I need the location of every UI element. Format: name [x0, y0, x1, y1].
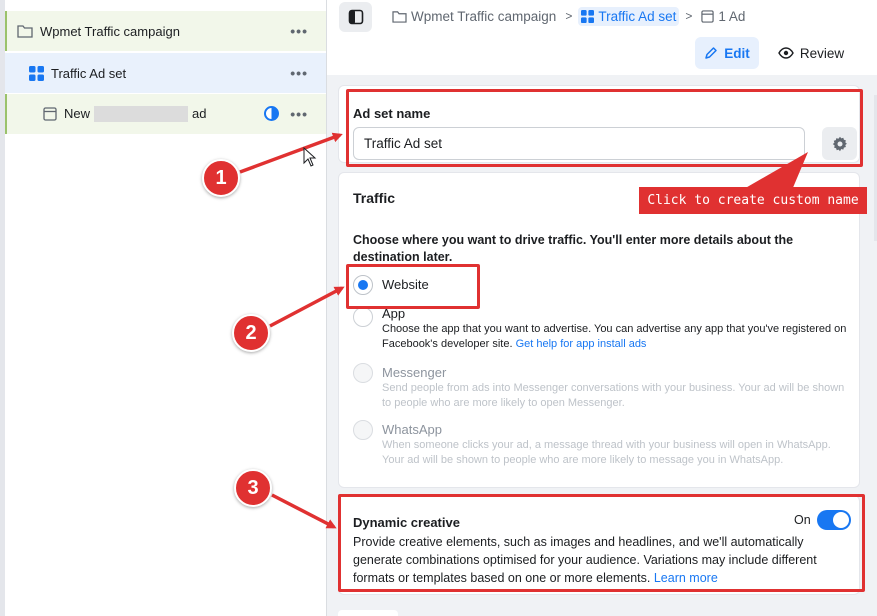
option-description: Send people from ads into Messenger conv… [382, 382, 845, 409]
panel-toggle-button[interactable] [339, 2, 372, 32]
sidebar-toggle-icon [348, 9, 363, 25]
traffic-prompt: Choose where you want to drive traffic. … [353, 233, 794, 264]
campaign-tree-panel: Wpmet Traffic campaign ••• Traffic Ad se… [0, 0, 327, 616]
folder-icon [17, 25, 33, 38]
highlight-box-dynamic-creative [338, 494, 865, 592]
traffic-title: Traffic [353, 190, 396, 206]
highlight-box-adset-name [346, 89, 863, 167]
more-options-icon[interactable]: ••• [290, 23, 308, 39]
breadcrumb-adset[interactable]: Traffic Ad set [578, 6, 680, 26]
option-description: When someone clicks your ad, a message t… [382, 439, 831, 466]
edit-button[interactable]: Edit [695, 37, 759, 69]
breadcrumb-ad-label: 1 Ad [718, 8, 746, 24]
highlight-box-website [346, 264, 480, 309]
tree-item-ad-label-suffix: ad [192, 105, 207, 121]
folder-icon [392, 10, 407, 23]
breadcrumb-campaign[interactable]: Wpmet Traffic campaign [389, 7, 559, 26]
tree-item-adset-label: Traffic Ad set [51, 65, 127, 81]
breadcrumb-ad[interactable]: 1 Ad [698, 7, 748, 26]
traffic-card: Traffic Choose where you want to drive t… [338, 172, 860, 488]
ad-page-icon [701, 9, 715, 23]
next-card-peek [338, 610, 398, 616]
step-badge-2: 2 [232, 314, 270, 352]
more-options-icon[interactable]: ••• [290, 106, 308, 122]
radio-messenger[interactable] [353, 363, 373, 383]
tree-item-ad-label-prefix: New [64, 105, 91, 121]
option-title: WhatsApp [382, 422, 442, 437]
step-badge-1: 1 [202, 159, 240, 197]
pencil-icon [705, 47, 717, 59]
review-button[interactable]: Review [774, 37, 848, 69]
status-half-circle-icon [264, 106, 279, 121]
edit-button-label: Edit [724, 45, 750, 61]
tree-item-campaign[interactable]: Wpmet Traffic campaign ••• [5, 11, 326, 51]
grid-icon [581, 9, 595, 23]
breadcrumb-separator: > [565, 9, 573, 23]
tree-item-campaign-label: Wpmet Traffic campaign [40, 23, 180, 39]
option-title: Messenger [382, 365, 447, 380]
app-install-help-link[interactable]: Get help for app install ads [516, 338, 647, 350]
breadcrumb-campaign-label: Wpmet Traffic campaign [411, 8, 557, 24]
tree-item-adset[interactable]: Traffic Ad set ••• [5, 53, 326, 93]
review-button-label: Review [799, 45, 845, 61]
grid-icon [29, 65, 44, 81]
radio-app[interactable] [353, 307, 373, 327]
breadcrumb-adset-label: Traffic Ad set [598, 8, 677, 24]
more-options-icon[interactable]: ••• [290, 65, 308, 81]
top-bar: Wpmet Traffic campaign > Traffic Ad set … [327, 0, 877, 75]
redacted-text [94, 106, 189, 123]
tree-item-ad[interactable]: New ad ••• [5, 94, 326, 134]
eye-icon [778, 47, 794, 59]
custom-name-callout: Click to create custom name [639, 187, 867, 214]
radio-whatsapp[interactable] [353, 420, 373, 440]
option-description: Choose the app that you want to advertis… [382, 322, 852, 352]
step-badge-3: 3 [234, 469, 272, 507]
breadcrumb: Wpmet Traffic campaign > Traffic Ad set … [389, 5, 748, 27]
ad-page-icon [43, 107, 57, 121]
breadcrumb-separator: > [685, 9, 693, 23]
